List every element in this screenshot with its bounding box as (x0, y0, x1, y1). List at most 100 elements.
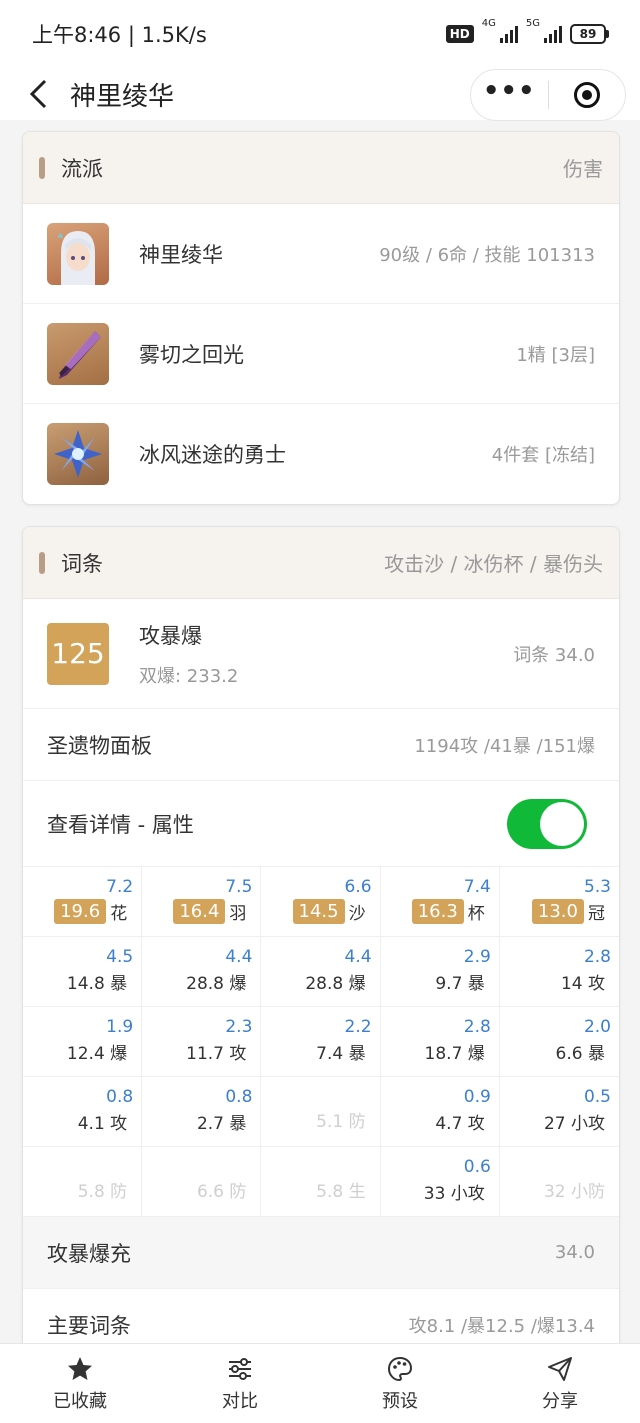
tab-compare[interactable]: 对比 (160, 1344, 320, 1423)
substat-cell: 0.8 4.1 攻 (23, 1077, 143, 1147)
character-row[interactable]: 神里绫华 90级 / 6命 / 技能 101313 (23, 204, 619, 304)
artifact-slot-label: 羽 (229, 904, 247, 924)
artifact-score: 16.3 杯 (411, 899, 485, 924)
substat-roll-value: 5.3 (583, 877, 611, 897)
artifact-score-pill: 13.0 (531, 899, 584, 924)
tab-label: 预设 (382, 1390, 418, 1412)
bottom-tab-bar: 已收藏 对比 预设 分享 (0, 1343, 640, 1423)
artifact-score-pill: 16.3 (411, 899, 464, 924)
substat-cell: 0.5 27 小攻 (499, 1077, 619, 1147)
artifact-flower-icon (47, 423, 109, 485)
substat-roll-value: 2.8 (463, 1017, 491, 1037)
toggle-knob (540, 801, 584, 846)
substat-value: 6.6 暴 (555, 1044, 605, 1064)
back-icon[interactable] (18, 68, 58, 120)
substat-value: 5.1 防 (316, 1112, 366, 1132)
stats-card: 词条 攻击沙 / 冰伤杯 / 暴伤头 125 攻暴爆 双爆: 233.2 词条 … (22, 526, 620, 1362)
substat-value: 14.8 暴 (66, 974, 128, 994)
substat-cell: 2.9 9.7 暴 (380, 937, 500, 1007)
more-button[interactable]: ••• (471, 70, 548, 120)
summary-row: 攻暴爆充 34.0 (23, 1217, 619, 1289)
signal-icon (499, 25, 518, 43)
crit-value: 双爆: 233.2 (139, 665, 239, 687)
tab-label: 分享 (542, 1390, 578, 1412)
substat-roll-value: 2.2 (344, 1017, 372, 1037)
substat-value: 12.4 爆 (66, 1044, 128, 1064)
detail-label: 查看详情 - 属性 (47, 812, 194, 837)
star-icon (68, 1356, 92, 1380)
tab-label: 已收藏 (53, 1390, 107, 1412)
substat-roll-value: 1.9 (106, 1017, 134, 1037)
detail-toggle[interactable] (507, 798, 587, 849)
character-avatar (47, 222, 109, 285)
artifact-slot-label: 冠 (587, 904, 605, 924)
substat-cell: 2.2 7.4 暴 (261, 1007, 381, 1077)
tab-label: 对比 (222, 1390, 258, 1412)
substat-cell: 2.8 18.7 爆 (380, 1007, 500, 1077)
artifact-score-pill: 19.6 (54, 899, 107, 924)
status-time: 上午8:46 | 1.5K/s (32, 23, 207, 47)
sliders-icon (229, 1357, 251, 1380)
artifact-set-row[interactable]: 冰风迷途的勇士 4件套 [冻结] (23, 404, 619, 504)
page-title: 神里绫华 (70, 81, 175, 112)
substat-roll-value: 0.9 (463, 1087, 491, 1107)
substat-value: 32 小防 (543, 1182, 605, 1202)
substat-value: 9.7 暴 (435, 974, 485, 994)
hd-icon: HD (445, 25, 474, 43)
substat-value: 2.7 暴 (196, 1114, 247, 1134)
nav-bar: 神里绫华 ••• (0, 68, 640, 121)
build-style-card: 流派 伤害 神里绫华 90级 / 6命 / 技能 101313 雾切之回光 1精… (22, 131, 620, 505)
card-header: 词条 攻击沙 / 冰伤杯 / 暴伤头 (23, 527, 619, 599)
substat-cell: 6.6 防 (142, 1147, 262, 1217)
accent-bar (39, 551, 45, 574)
palette-icon (387, 1356, 413, 1381)
substat-cell: 4.4 28.8 爆 (261, 937, 381, 1007)
substat-roll-value: 4.4 (225, 947, 253, 967)
panel-value: 1194攻 /41暴 /151爆 (414, 735, 595, 757)
weapon-icon (47, 322, 109, 385)
build-type: 伤害 (563, 157, 603, 181)
score-row: 125 攻暴爆 双爆: 233.2 词条 34.0 (23, 599, 619, 709)
weapon-row[interactable]: 雾切之回光 1精 [3层] (23, 304, 619, 404)
card-title: 流派 (61, 156, 103, 181)
summary-value: 34.0 (554, 1242, 595, 1263)
mini-program-capsule: ••• (470, 69, 626, 121)
tab-share[interactable]: 分享 (480, 1344, 640, 1423)
substat-cell: 0.9 4.7 攻 (380, 1077, 500, 1147)
score-badge: 125 (47, 622, 109, 685)
artifact-score: 13.0 冠 (531, 899, 605, 924)
substat-value: 33 小攻 (423, 1184, 485, 1204)
substat-roll-value: 7.5 (225, 877, 253, 897)
substat-cell: 32 小防 (499, 1147, 619, 1217)
substat-cell: 5.8 生 (261, 1147, 381, 1217)
substat-cell: 5.3 13.0 冠 (499, 867, 619, 937)
score-text: 攻暴爆 双爆: 233.2 (139, 620, 513, 688)
character-name: 神里绫华 (139, 242, 223, 267)
substat-cell: 5.8 防 (23, 1147, 143, 1217)
substat-roll-value: 4.5 (106, 947, 134, 967)
panel-label: 圣遗物面板 (47, 733, 152, 758)
substat-roll-value: 0.8 (225, 1087, 253, 1107)
substat-roll-value: 4.4 (344, 947, 372, 967)
substat-roll-value: 6.6 (344, 877, 372, 897)
substat-cell: 7.5 16.4 羽 (142, 867, 262, 937)
card-title: 词条 (61, 551, 103, 576)
substat-value: 14 攻 (560, 974, 605, 994)
target-icon (573, 82, 600, 108)
substat-cell: 2.3 11.7 攻 (142, 1007, 262, 1077)
close-program-button[interactable] (549, 70, 626, 120)
weapon-meta: 1精 [3层] (516, 344, 595, 366)
substat-value: 7.4 暴 (316, 1044, 366, 1064)
more-dots-icon: ••• (482, 76, 536, 106)
substat-count: 词条 34.0 (513, 644, 595, 666)
artifact-slot-label: 花 (110, 904, 128, 924)
signal-icon-2 (544, 25, 562, 43)
tab-presets[interactable]: 预设 (320, 1344, 480, 1423)
main-substat-label: 主要词条 (47, 1314, 131, 1338)
score-title: 攻暴爆 (139, 623, 202, 648)
tab-favorites[interactable]: 已收藏 (0, 1344, 160, 1423)
weapon-name: 雾切之回光 (139, 342, 244, 367)
substat-grid: 7.2 19.6 花 7.5 16.4 羽 6.6 14.5 沙 7.4 16.3 杯 5.3 13.0 冠… (23, 867, 619, 1217)
artifact-set-meta: 4件套 [冻结] (491, 445, 595, 466)
substat-value: 28.8 爆 (305, 974, 366, 994)
